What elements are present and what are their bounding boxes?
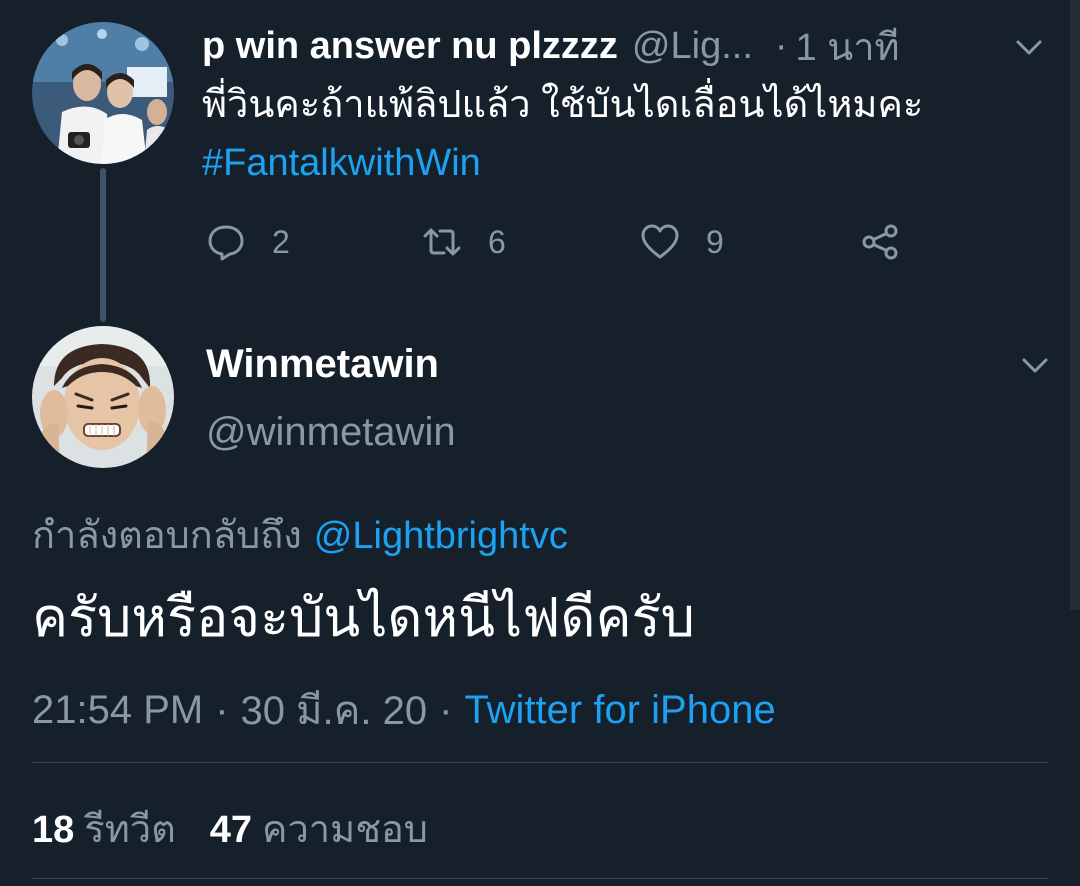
tweet2-source-link[interactable]: Twitter for iPhone bbox=[464, 688, 775, 733]
tweet1-header: p win answer nu plzzzz @Lig... · 1 นาที bbox=[202, 22, 900, 70]
tweet1-timestamp[interactable]: 1 นาที bbox=[796, 16, 900, 77]
reply-mention-link[interactable]: @Lightbrightvc bbox=[314, 515, 568, 557]
divider bbox=[32, 878, 1048, 879]
tweet1-text: พี่วินคะถ้าแพ้ลิปแล้ว ใช้บันไดเลื่อนได้ไ… bbox=[202, 84, 924, 126]
like-count: 9 bbox=[706, 223, 724, 260]
reply-button[interactable]: 2 bbox=[206, 218, 290, 266]
tweet1-handle[interactable]: @Lig... bbox=[632, 25, 753, 68]
divider bbox=[32, 762, 1048, 763]
thread-connector-line bbox=[100, 168, 106, 322]
reply-count: 2 bbox=[272, 223, 290, 260]
likes-count[interactable]: 47 bbox=[210, 809, 252, 852]
replying-to-line: กำลังตอบกลับถึง @Lightbrightvc bbox=[32, 504, 568, 565]
likes-label[interactable]: ความชอบ bbox=[262, 798, 428, 859]
tweet1-display-name[interactable]: p win answer nu plzzzz bbox=[202, 25, 618, 68]
avatar-tweet1-user[interactable] bbox=[32, 22, 174, 164]
chevron-down-icon[interactable] bbox=[1018, 348, 1052, 382]
tweet2-date: 30 มี.ค. 20 bbox=[240, 689, 428, 733]
tweet2-display-name[interactable]: Winmetawin bbox=[206, 342, 439, 387]
reply-icon bbox=[208, 225, 244, 261]
replying-to-label: กำลังตอบกลับถึง bbox=[32, 515, 302, 557]
tweet1-hashtag-link[interactable]: #FantalkwithWin bbox=[202, 138, 481, 188]
like-button[interactable]: 9 bbox=[640, 218, 724, 266]
meta-separator: · bbox=[439, 687, 453, 732]
scrollbar[interactable] bbox=[1070, 0, 1080, 610]
tweet2-meta: 21:54 PM · 30 มี.ค. 20 · Twitter for iPh… bbox=[32, 678, 776, 742]
retweets-count[interactable]: 18 bbox=[32, 809, 74, 852]
avatar-winmetawin[interactable] bbox=[32, 326, 174, 468]
heart-icon bbox=[641, 224, 679, 259]
tweet2-stats: 18 รีทวีต 47 ความชอบ bbox=[32, 798, 428, 859]
tweet2-time: 21:54 PM bbox=[32, 687, 204, 732]
share-icon bbox=[862, 224, 898, 260]
share-button[interactable] bbox=[860, 218, 900, 266]
tweet2-handle[interactable]: @winmetawin bbox=[206, 410, 456, 455]
retweet-button[interactable]: 6 bbox=[422, 218, 506, 266]
retweet-icon bbox=[423, 228, 461, 256]
retweet-count: 6 bbox=[488, 223, 506, 260]
meta-separator: · bbox=[215, 687, 229, 732]
chevron-down-icon[interactable] bbox=[1012, 30, 1046, 64]
tweet2-text: ครับหรือจะบันไดหนีไฟดีครับ bbox=[32, 588, 695, 648]
retweets-label[interactable]: รีทวีต bbox=[84, 798, 175, 859]
tweet1-dot-separator: · bbox=[774, 24, 788, 67]
